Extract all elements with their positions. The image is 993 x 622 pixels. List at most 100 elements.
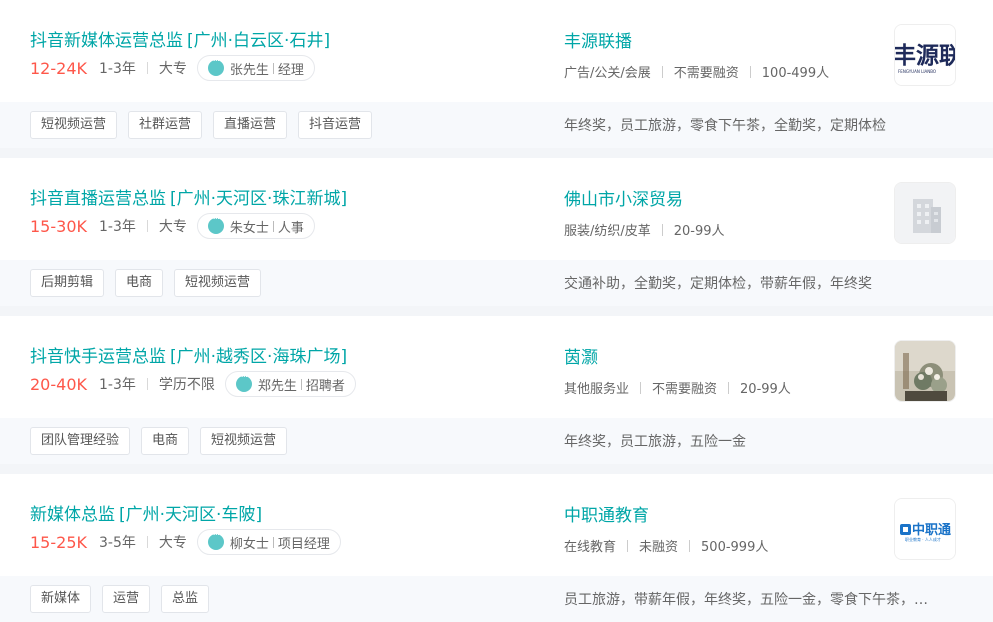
recruiter-chat-button[interactable]: 朱女士 人事 (196, 213, 315, 239)
company-name-link[interactable]: 丰源联播 (564, 27, 632, 52)
company-logo[interactable] (894, 182, 956, 244)
job-name[interactable]: 抖音新媒体运营总监 (30, 31, 183, 51)
job-area[interactable]: [广州·越秀区·海珠广场] (170, 347, 347, 367)
skill-tag: 抖音运营 (298, 111, 373, 139)
job-name[interactable]: 抖音快手运营总监 (30, 347, 166, 367)
divider (661, 223, 663, 236)
job-title-link[interactable]: 抖音直播运营总监 [广州·天河区·珠江新城] (30, 184, 347, 209)
skill-tags: 新媒体 运营 总监 (30, 585, 220, 613)
job-title-link[interactable]: 新媒体总监 [广州·天河区·车陂] (30, 500, 262, 525)
skill-tag: 总监 (161, 585, 210, 613)
logo-subtext: 职业教育 · 人人成才 (905, 536, 941, 542)
divider (661, 65, 663, 78)
company-industry: 广告/公关/会展 (564, 66, 651, 81)
job-name[interactable]: 新媒体总监 (30, 505, 115, 525)
recruiter-chat-button[interactable]: 柳女士 项目经理 (196, 529, 341, 555)
recruiter-name: 张先生 (229, 62, 269, 78)
skill-tag: 后期剪辑 (30, 269, 105, 297)
job-card-footer: 团队管理经验 电商 短视频运营 年终奖，员工旅游，五险一金 (0, 418, 993, 464)
job-title-link[interactable]: 抖音快手运营总监 [广州·越秀区·海珠广场] (30, 342, 347, 367)
skill-tag: 电商 (141, 427, 190, 455)
zhongzhitong-logo-icon: 中职通 职业教育 · 人人成才 (895, 499, 955, 559)
company-logo[interactable]: 中职通 职业教育 · 人人成才 (894, 498, 956, 560)
job-card-footer: 新媒体 运营 总监 员工旅游，带薪年假，年终奖，五险一金，零食下午茶，… (0, 576, 993, 622)
welfare-text: 员工旅游，带薪年假，年终奖，五险一金，零食下午茶，… (564, 592, 928, 608)
skill-tags: 后期剪辑 电商 短视频运营 (30, 269, 272, 297)
company-name-link[interactable]: 中职通教育 (564, 501, 649, 526)
company-logo[interactable]: 丰源联 FENGYUAN LIANBO (894, 24, 956, 86)
company-industry: 其他服务业 (564, 382, 630, 397)
welfare-text: 年终奖，员工旅游，零食下午茶，全勤奖，定期体检 (564, 118, 886, 134)
company-financing: 未融资 (639, 540, 679, 555)
job-card-primary: 新媒体总监[广州·天河区·车陂] 15-25K 3-5年 大专 柳女士 项目经理… (0, 474, 993, 576)
welfare-text: 交通补助，全勤奖，定期体检，带薪年假，年终奖 (564, 276, 872, 292)
job-info-row: 12-24K 1-3年 大专 张先生 经理 (30, 55, 315, 81)
job-area[interactable]: [广州·白云区·石井] (187, 31, 330, 51)
building-icon (895, 183, 955, 243)
recruiter-name: 朱女士 (229, 220, 269, 236)
company-name-link[interactable]: 茵灏 (564, 343, 598, 368)
divider (272, 536, 274, 548)
job-card-footer: 后期剪辑 电商 短视频运营 交通补助，全勤奖，定期体检，带薪年假，年终奖 (0, 260, 993, 306)
job-card-primary: 抖音直播运营总监[广州·天河区·珠江新城] 15-30K 1-3年 大专 朱女士… (0, 158, 993, 260)
company-meta: 在线教育 未融资 500-999人 (564, 536, 768, 555)
job-card[interactable]: 抖音直播运营总监[广州·天河区·珠江新城] 15-30K 1-3年 大专 朱女士… (0, 158, 993, 306)
company-size: 100-499人 (761, 66, 830, 81)
skill-tag: 短视频运营 (30, 111, 118, 139)
company-industry: 在线教育 (564, 540, 617, 555)
company-name-link[interactable]: 佛山市小深贸易 (564, 185, 683, 210)
experience: 3-5年 (98, 535, 136, 551)
job-info-row: 15-30K 1-3年 大专 朱女士 人事 (30, 213, 315, 239)
company-financing: 不需要融资 (673, 66, 739, 81)
divider (146, 62, 148, 74)
chat-bubble-icon (207, 56, 224, 76)
job-area[interactable]: [广州·天河区·车陂] (119, 505, 262, 525)
company-meta: 其他服务业 不需要融资 20-99人 (564, 378, 791, 397)
divider (146, 378, 148, 390)
logo-text: 中职通 (912, 522, 951, 538)
job-card[interactable]: 抖音新媒体运营总监[广州·白云区·石井] 12-24K 1-3年 大专 张先生 … (0, 0, 993, 148)
skill-tag: 团队管理经验 (30, 427, 131, 455)
chat-bubble-icon (235, 372, 252, 392)
chat-bubble-icon (207, 530, 224, 550)
recruiter-chat-button[interactable]: 郑先生 招聘者 (224, 371, 356, 397)
company-size: 20-99人 (740, 382, 791, 397)
job-card[interactable]: 新媒体总监[广州·天河区·车陂] 15-25K 3-5年 大专 柳女士 项目经理… (0, 474, 993, 622)
job-title-link[interactable]: 抖音新媒体运营总监 [广州·白云区·石井] (30, 26, 330, 51)
job-area[interactable]: [广州·天河区·珠江新城] (170, 189, 347, 209)
company-meta: 服装/纺织/皮革 20-99人 (564, 220, 725, 239)
welfare-text: 年终奖，员工旅游，五险一金 (564, 434, 746, 450)
divider (640, 381, 642, 394)
recruiter-role: 人事 (277, 220, 304, 236)
skill-tag: 短视频运营 (174, 269, 262, 297)
divider (627, 539, 629, 552)
divider (749, 65, 751, 78)
divider (689, 539, 691, 552)
skill-tag: 短视频运营 (200, 427, 288, 455)
divider (272, 62, 274, 74)
logo-subtext: FENGYUAN LIANBO (898, 69, 936, 74)
experience: 1-3年 (98, 61, 136, 77)
recruiter-role: 招聘者 (305, 378, 345, 394)
education: 大专 (158, 535, 187, 551)
job-card-primary: 抖音新媒体运营总监[广州·白云区·石井] 12-24K 1-3年 大专 张先生 … (0, 0, 993, 102)
company-size: 500-999人 (701, 540, 769, 555)
company-size: 20-99人 (673, 224, 725, 239)
skill-tag: 电商 (115, 269, 164, 297)
company-logo[interactable] (894, 340, 956, 402)
recruiter-name: 郑先生 (257, 378, 297, 394)
divider (146, 220, 148, 232)
divider (146, 536, 148, 548)
divider (300, 378, 302, 390)
job-info-row: 15-25K 3-5年 大专 柳女士 项目经理 (30, 529, 341, 555)
fengyuan-logo-icon: 丰源联 FENGYUAN LIANBO (895, 25, 955, 85)
experience: 1-3年 (98, 377, 136, 393)
job-name[interactable]: 抖音直播运营总监 (30, 189, 166, 209)
company-meta: 广告/公关/会展 不需要融资 100-499人 (564, 62, 829, 81)
recruiter-chat-button[interactable]: 张先生 经理 (196, 55, 315, 81)
skill-tag: 直播运营 (213, 111, 288, 139)
company-financing: 不需要融资 (652, 382, 718, 397)
recruiter-name: 柳女士 (229, 536, 269, 552)
job-card[interactable]: 抖音快手运营总监[广州·越秀区·海珠广场] 20-40K 1-3年 学历不限 郑… (0, 316, 993, 464)
job-info-row: 20-40K 1-3年 学历不限 郑先生 招聘者 (30, 371, 356, 397)
